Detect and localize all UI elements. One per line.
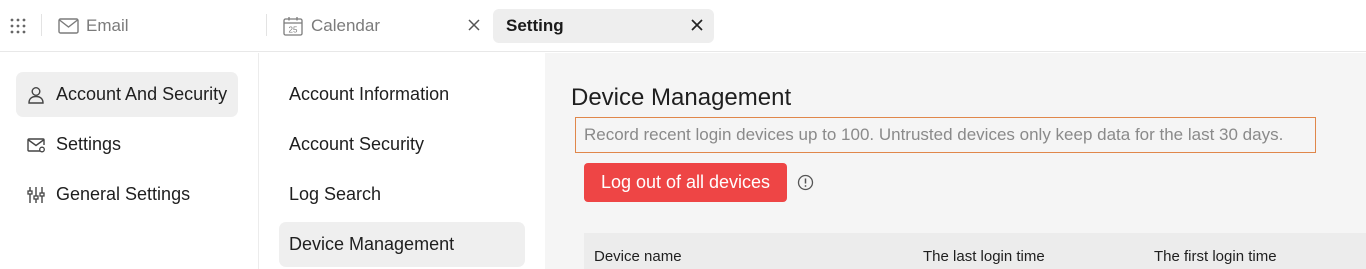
column-header-device-name: Device name: [594, 248, 682, 265]
calendar-icon-day: 25: [289, 26, 298, 35]
tab-setting-close-icon[interactable]: [689, 17, 705, 33]
mail-settings-icon: [26, 135, 46, 155]
user-icon: [26, 85, 46, 105]
column-header-first-login-time: The first login time: [1154, 248, 1277, 265]
sidebar-item-label: General Settings: [56, 184, 191, 204]
tab-calendar-close-icon[interactable]: [466, 17, 482, 33]
sidebar-item-settings[interactable]: Settings: [16, 122, 238, 167]
tab-email[interactable]: Email: [57, 9, 129, 43]
submenu-item-label: Device Management: [289, 234, 455, 254]
calendar-icon: 25: [282, 15, 304, 37]
tab-setting[interactable]: Setting: [493, 9, 714, 43]
column-header-last-login-time: The last login time: [923, 248, 1045, 265]
submenu-item-account-security[interactable]: Account Security: [279, 122, 525, 167]
tab-setting-label: Setting: [506, 16, 564, 35]
mail-icon: [57, 15, 79, 37]
submenu-item-label: Log Search: [289, 184, 382, 204]
main-panel: Device Management Record recent login de…: [545, 53, 1366, 269]
sidebar-item-general-settings[interactable]: General Settings: [16, 172, 238, 217]
sidebar: Account And Security Settings General Se…: [0, 53, 259, 269]
sidebar-item-label: Account And Security: [56, 84, 228, 104]
sidebar-item-label: Settings: [56, 134, 122, 154]
submenu-item-account-information[interactable]: Account Information: [279, 72, 525, 117]
notice-label: Record recent login devices up to 100. U…: [584, 125, 1284, 144]
sliders-icon: [26, 185, 46, 205]
info-icon[interactable]: [797, 174, 814, 191]
tab-calendar-label: Calendar: [311, 16, 380, 35]
logout-all-devices-button[interactable]: Log out of all devices: [584, 163, 787, 202]
top-tab-bar: Email 25 Calendar Setting: [0, 0, 1366, 52]
device-table-header: Device name The last login time The firs…: [584, 233, 1366, 269]
page-title: Device Management: [571, 84, 792, 111]
submenu-item-log-search[interactable]: Log Search: [279, 172, 525, 217]
submenu-item-label: Account Security: [289, 134, 425, 154]
submenu-item-label: Account Information: [289, 84, 450, 104]
notice-text: Record recent login devices up to 100. U…: [575, 117, 1316, 153]
tab-divider: [41, 14, 42, 36]
tab-divider: [266, 14, 267, 36]
submenu: Account Information Account Security Log…: [260, 53, 545, 269]
tab-calendar[interactable]: 25 Calendar: [282, 9, 380, 43]
sidebar-item-account-and-security[interactable]: Account And Security: [16, 72, 238, 117]
tab-email-label: Email: [86, 16, 129, 35]
apps-grid-icon[interactable]: [9, 17, 27, 35]
submenu-item-device-management[interactable]: Device Management: [279, 222, 525, 267]
